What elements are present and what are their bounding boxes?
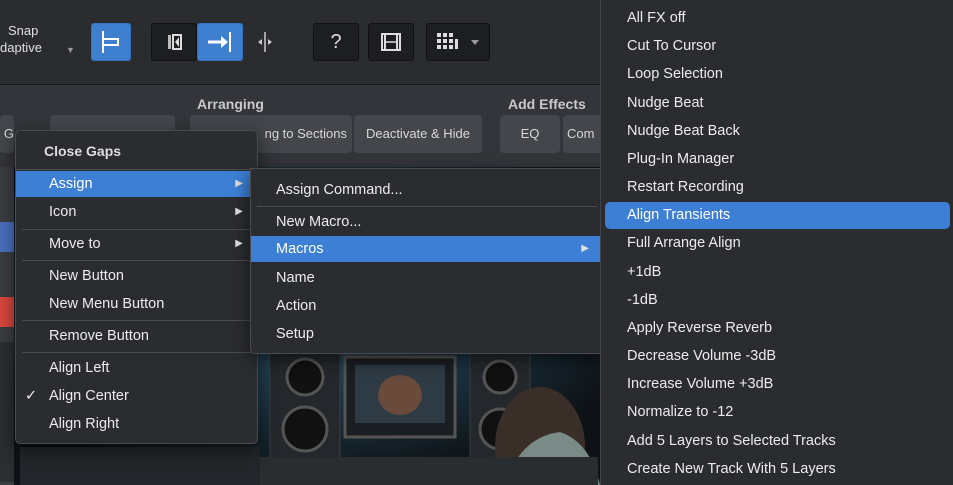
context-menu-header: Close Gaps (44, 143, 122, 159)
macro-item[interactable]: Plug-In Manager (605, 146, 950, 173)
macro-item[interactable]: Add 5 Layers to Selected Tracks (605, 428, 950, 455)
menu-item-macros[interactable]: Macros ▶ (251, 236, 603, 262)
macro-grid-icon (437, 33, 479, 49)
menu-item-align-right[interactable]: Align Right (16, 411, 257, 437)
menu-item-new-button[interactable]: New Button (16, 263, 257, 289)
menu-item-label: Align Right (49, 416, 120, 432)
menu-separator (257, 206, 597, 207)
menu-item-icon[interactable]: Icon ▶ (16, 199, 257, 225)
macro-item[interactable]: Nudge Beat (605, 90, 950, 117)
menu-separator (22, 260, 251, 261)
assign-submenu: Assign Command... New Macro... Macros ▶ … (250, 168, 604, 354)
macro-item[interactable]: -1dB (605, 287, 950, 314)
macro-item[interactable]: +1dB (605, 259, 950, 286)
snap-label: Snap (8, 23, 39, 38)
menu-item-label: Assign (49, 176, 93, 192)
arrow-right-icon (208, 32, 231, 52)
menu-item-label: Name (276, 270, 315, 286)
menu-item-label: Move to (49, 236, 101, 252)
snap-to-grid-button[interactable] (91, 23, 131, 61)
macro-item[interactable]: Loop Selection (605, 61, 950, 88)
grid-left-icon (168, 34, 182, 50)
snap-start-button[interactable] (151, 23, 197, 61)
menu-item-new-menu-button[interactable]: New Menu Button (16, 291, 257, 317)
menu-item-label: Align Left (49, 360, 110, 376)
macro-item[interactable]: Nudge Beat Back (605, 118, 950, 145)
chevron-right-icon: ▶ (235, 178, 243, 189)
menu-separator (22, 229, 251, 230)
checkmark-icon: ✓ (25, 388, 38, 404)
ribbon-button-eq[interactable]: EQ (500, 115, 560, 153)
ribbon-button-sections-label: ng to Sections (264, 126, 347, 141)
menu-item-label: Macros (276, 241, 324, 257)
menu-item-name[interactable]: Name (251, 265, 603, 291)
help-button[interactable]: ? (313, 23, 359, 61)
menu-item-new-macro[interactable]: New Macro... (251, 209, 603, 235)
macro-item[interactable]: Normalize to -12 (605, 399, 950, 426)
chevron-right-icon: ▶ (235, 206, 243, 217)
macros-submenu: All FX off Cut To Cursor Loop Selection … (600, 0, 953, 485)
menu-item-align-center[interactable]: ✓ Align Center (16, 383, 257, 409)
macro-item[interactable]: Decrease Volume -3dB (605, 343, 950, 370)
macro-item[interactable]: All FX off (605, 5, 950, 32)
macro-item-highlighted[interactable]: Align Transients (605, 202, 950, 229)
ribbon-button-deactivate[interactable]: Deactivate & Hide (354, 115, 482, 153)
menu-item-label: New Macro... (276, 214, 362, 230)
section-add-effects-heading: Add Effects (508, 96, 586, 112)
chevron-down-icon[interactable]: ▼ (66, 45, 75, 55)
menu-item-assign[interactable]: Assign ▶ (16, 171, 257, 197)
snap-mode-dropdown[interactable]: daptive (0, 40, 42, 55)
button-context-menu: Close Gaps Assign ▶ Icon ▶ Move to ▶ New… (15, 130, 258, 444)
macro-item[interactable]: Cut To Cursor (605, 33, 950, 60)
menu-item-action[interactable]: Action (251, 293, 603, 319)
snap-left-icon (102, 31, 119, 53)
snap-to-cursor-button[interactable] (197, 23, 243, 61)
macro-item[interactable]: Increase Volume +3dB (605, 371, 950, 398)
macro-item[interactable]: Create New Track With 5 Layers (605, 456, 950, 483)
menu-item-assign-command[interactable]: Assign Command... (251, 177, 603, 203)
menu-item-label: Setup (276, 326, 314, 342)
ribbon-button-com[interactable]: Com (563, 115, 604, 153)
macro-item[interactable]: Apply Reverse Reverb (605, 315, 950, 342)
menu-item-move-to[interactable]: Move to ▶ (16, 231, 257, 257)
video-button[interactable] (368, 23, 414, 61)
toolbar: Snap daptive ▼ ? (0, 0, 600, 85)
macro-item[interactable]: Restart Recording (605, 174, 950, 201)
split-button[interactable] (244, 23, 286, 61)
ribbon-button-left[interactable]: G (0, 115, 14, 153)
macro-item[interactable]: Full Arrange Align (605, 230, 950, 257)
menu-item-label: Remove Button (49, 328, 149, 344)
section-arranging-heading: Arranging (197, 96, 264, 112)
macro-toolbar-button[interactable] (426, 23, 490, 61)
menu-item-label: Icon (49, 204, 77, 220)
menu-item-setup[interactable]: Setup (251, 321, 603, 347)
menu-item-label: Align Center (49, 388, 129, 404)
chevron-right-icon: ▶ (235, 238, 243, 249)
chevron-right-icon: ▶ (581, 243, 589, 254)
menu-item-align-left[interactable]: Align Left (16, 355, 257, 381)
menu-item-label: Assign Command... (276, 182, 403, 198)
menu-item-label: Action (276, 298, 317, 314)
film-icon (381, 33, 401, 51)
menu-item-label: New Button (49, 268, 124, 284)
split-icon (258, 32, 272, 52)
menu-separator (22, 352, 251, 353)
menu-item-label: New Menu Button (49, 296, 165, 312)
menu-separator (16, 169, 257, 170)
menu-item-remove-button[interactable]: Remove Button (16, 323, 257, 349)
menu-separator (22, 320, 251, 321)
